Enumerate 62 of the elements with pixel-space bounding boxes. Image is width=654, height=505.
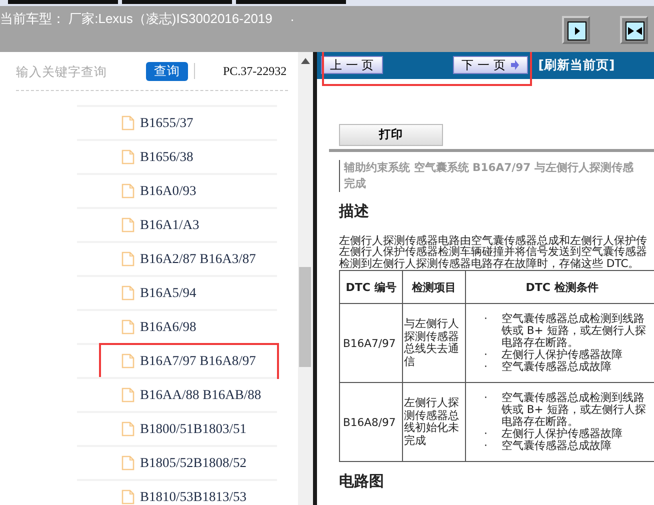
search-field[interactable]: 输入关键字查询 [16,64,134,78]
document-icon [121,115,135,131]
table-cell: B16A7/97 [340,304,402,382]
collapse-panel-button[interactable] [562,16,590,44]
table-cell: 与左侧行人探测传感器总线失去通信 [402,304,466,382]
bullet-marker: · [484,440,488,452]
table-cell: B16A8/97 [340,382,402,462]
document-icon [121,319,135,335]
bullet-marker: · [484,361,488,373]
document-icon [121,183,135,199]
vehicle-model-title: 当前车型： 厂家:Lexus（凌志)IS3002016-2019 [0,10,272,28]
arrow-right-icon [511,60,520,70]
bullet-marker: · [484,313,488,327]
condition-text: 空气囊传感器总成检测到线路 铁或 B+ 短路，或左侧行人探 电路存在断路。 [501,392,646,428]
document-icon [121,285,135,301]
scrollbar[interactable] [298,52,313,505]
condition-text: 左侧行人保护传感器故障 [501,428,622,440]
section-heading: 电路图 [339,472,385,491]
tree-item[interactable]: B16A7/97 B16A8/97 [77,343,277,377]
split-view-button[interactable] [620,16,648,44]
tree-item[interactable]: B16A6/98 [77,309,277,343]
bullet-marker: · [484,428,488,440]
description-paragraph: 左侧行人探测传感器电路由空气囊传感器总成和左侧行人保护传 左侧行人保护传感器检测车辆碰撞并将信号发送到空气囊传感器 检测到左侧行人探测传感器电路存在故障时，存储这些 DTC。 [339,234,648,269]
next-page-button[interactable]: 下 一 页 [452,56,528,74]
tree-item[interactable]: B16AA/88 B16AB/88 [77,377,277,411]
tree-item[interactable]: B16A1/A3 [77,207,277,241]
tree-item[interactable]: B1656/38 [77,139,277,173]
document-icon [121,421,135,437]
search-button[interactable]: 查询 [146,62,188,80]
document-icon [121,455,135,471]
condition-text: 空气囊传感器总成故障 [501,361,612,373]
tree-item[interactable]: B16A0/93 [77,173,277,207]
condition-text: 空气囊传感器总成检测到线路 铁或 B+ 短路，或左侧行人探 电路存在断路。 [501,313,646,349]
column-header: DTC 检测条件 [466,270,654,304]
dot-text: . [290,10,294,24]
arrow-panel-icon [567,21,587,41]
document-icon [121,149,135,165]
column-header: DTC 编号 [340,270,402,304]
up-arrow-icon[interactable] [301,58,310,64]
refresh-link[interactable]: [刷新当前页] [538,56,615,74]
scrollbar-thumb[interactable] [299,267,311,367]
tree-item[interactable]: B1655/37 [77,105,277,139]
document-icon [121,387,135,403]
condition-text: 空气囊传感器总成故障 [501,440,612,452]
tree-item[interactable]: B16A2/87 B16A3/87 [77,241,277,275]
column-header: 检测项目 [402,270,466,304]
breadcrumb: 辅助约束系统 空气囊系统 B16A7/97 与左侧行人探测传感 完成 [339,160,654,192]
tree-item[interactable]: B16A5/94 [77,275,277,309]
tree-item[interactable]: B1810/53B1813/53 [77,479,277,505]
bullet-marker: · [484,392,488,406]
document-icon [121,251,135,267]
table-cell: 左侧行人探测传感器总线初始化未完成 [402,382,466,462]
document-icon [121,217,135,233]
tree-item[interactable]: B1800/51B1803/51 [77,411,277,445]
bullet-marker: · [484,349,488,361]
print-button[interactable]: 打印 [339,124,443,146]
section-heading: 描述 [339,202,370,220]
tree-item[interactable]: B1805/52B1808/52 [77,445,277,479]
code-label: PC.37-22932 [223,64,287,78]
condition-text: 左侧行人保护传感器故障 [501,349,622,361]
previous-page-button[interactable]: 上 一 页 [321,56,383,74]
document-icon [121,353,135,369]
